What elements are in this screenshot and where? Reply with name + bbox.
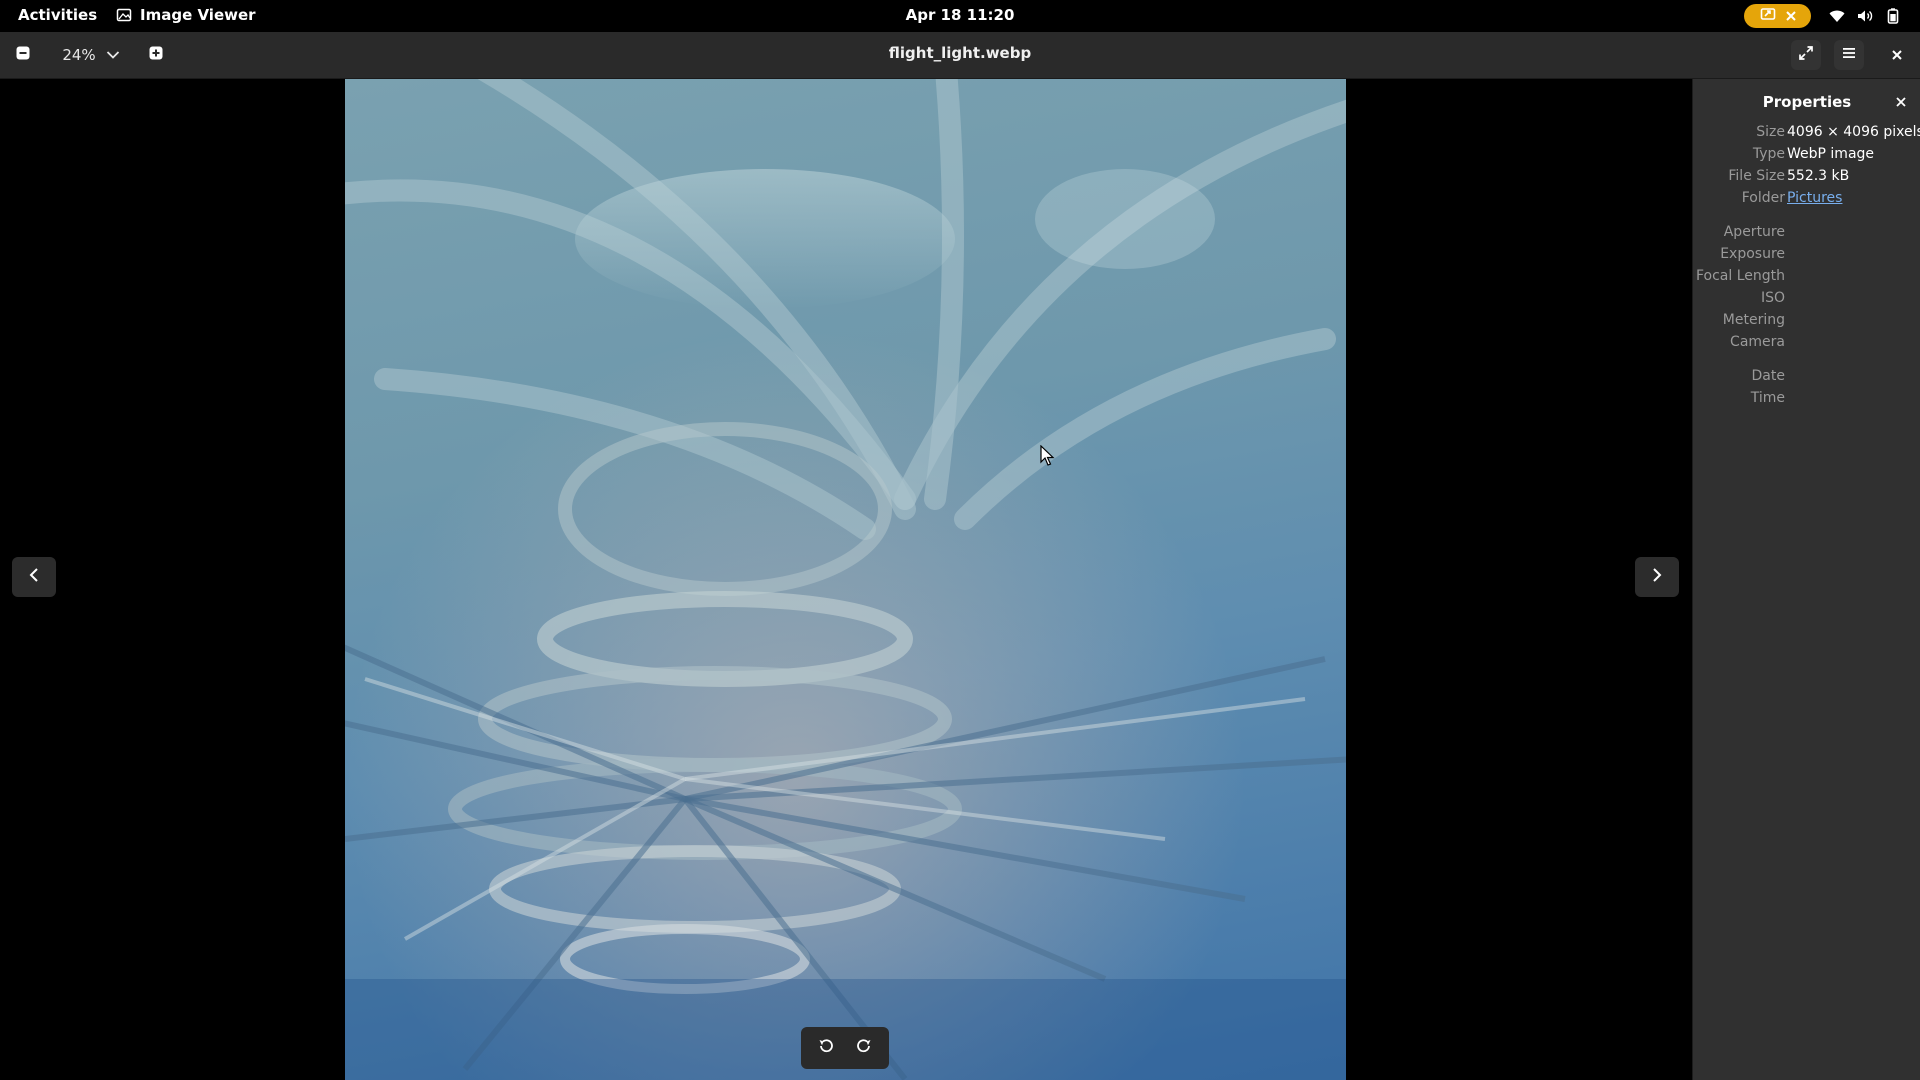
wifi-icon xyxy=(1828,7,1846,29)
property-label: Time xyxy=(1750,390,1785,406)
chevron-down-icon xyxy=(106,46,120,64)
property-label: Folder xyxy=(1741,190,1785,206)
property-label: Aperture xyxy=(1723,224,1785,240)
property-value: WebP image xyxy=(1787,146,1875,162)
fullscreen-button[interactable] xyxy=(1791,40,1821,70)
property-label: Exposure xyxy=(1720,246,1785,262)
property-file-size: File Size 552.3 kB xyxy=(1693,168,1920,190)
window-title: flight_light.webp xyxy=(888,44,1032,62)
chevron-left-icon xyxy=(27,567,41,587)
property-aperture: Aperture xyxy=(1693,224,1920,246)
zoom-in-icon xyxy=(148,45,164,65)
properties-title: Properties xyxy=(1762,93,1852,111)
close-icon xyxy=(1891,46,1903,65)
property-exposure: Exposure xyxy=(1693,246,1920,268)
stop-share-icon[interactable] xyxy=(1785,7,1796,25)
property-label: File Size xyxy=(1728,168,1785,184)
properties-close-button[interactable] xyxy=(1891,91,1911,111)
property-value: 552.3 kB xyxy=(1787,168,1850,184)
fullscreen-icon xyxy=(1798,45,1814,65)
close-icon xyxy=(1896,92,1906,111)
volume-icon xyxy=(1856,7,1874,29)
window-close-button[interactable] xyxy=(1882,40,1912,70)
property-label: Metering xyxy=(1722,312,1785,328)
image-artwork xyxy=(345,79,1346,1080)
zoom-in-button[interactable] xyxy=(141,40,171,70)
next-image-button[interactable] xyxy=(1635,557,1679,597)
property-label: Focal Length xyxy=(1695,268,1785,284)
battery-icon xyxy=(1884,7,1902,29)
zoom-level-value: 24% xyxy=(62,46,96,64)
property-size: Size 4096 × 4096 pixels xyxy=(1693,124,1920,146)
image-stage[interactable] xyxy=(0,79,1692,1080)
property-value: 4096 × 4096 pixels xyxy=(1787,124,1920,140)
zoom-out-button[interactable] xyxy=(8,40,38,70)
rotate-left-button[interactable] xyxy=(810,1032,842,1064)
app-menu[interactable]: Image Viewer xyxy=(116,6,256,24)
hamburger-menu-icon xyxy=(1841,45,1857,65)
properties-panel: Properties Size 4096 × 4096 pixels Type … xyxy=(1692,79,1920,1080)
property-folder: Folder Pictures xyxy=(1693,190,1920,212)
header-bar: 24% flight_light.webp xyxy=(0,32,1920,79)
property-date: Date xyxy=(1693,368,1920,390)
property-label: ISO xyxy=(1760,290,1785,306)
rotate-left-icon xyxy=(817,1037,835,1059)
folder-link[interactable]: Pictures xyxy=(1787,190,1842,206)
system-top-bar: Activities Image Viewer Apr 18 11:20 xyxy=(0,0,1920,32)
zoom-level-dropdown[interactable]: 24% xyxy=(46,40,136,70)
rotate-right-button[interactable] xyxy=(848,1032,880,1064)
property-label: Date xyxy=(1751,368,1785,384)
system-tray[interactable] xyxy=(1828,7,1902,29)
property-focal-length: Focal Length xyxy=(1693,268,1920,290)
mouse-pointer-icon xyxy=(1040,444,1056,467)
screen-share-indicator[interactable] xyxy=(1744,4,1811,28)
zoom-out-icon xyxy=(15,45,31,65)
rotate-controls xyxy=(801,1027,889,1069)
activities-button[interactable]: Activities xyxy=(18,6,97,24)
main-menu-button[interactable] xyxy=(1834,40,1864,70)
property-iso: ISO xyxy=(1693,290,1920,312)
displayed-image xyxy=(345,79,1346,1080)
chevron-right-icon xyxy=(1650,567,1664,587)
property-label: Camera xyxy=(1730,334,1785,350)
clock[interactable]: Apr 18 11:20 xyxy=(906,6,1015,24)
image-viewer-icon xyxy=(116,7,132,23)
property-label: Size xyxy=(1756,124,1785,140)
property-metering: Metering xyxy=(1693,312,1920,334)
property-type: Type WebP image xyxy=(1693,146,1920,168)
property-time: Time xyxy=(1693,390,1920,412)
previous-image-button[interactable] xyxy=(12,557,56,597)
rotate-right-icon xyxy=(855,1037,873,1059)
app-menu-label: Image Viewer xyxy=(140,6,256,24)
property-camera: Camera xyxy=(1693,334,1920,356)
screen-share-icon xyxy=(1760,6,1776,26)
property-label: Type xyxy=(1752,146,1785,162)
